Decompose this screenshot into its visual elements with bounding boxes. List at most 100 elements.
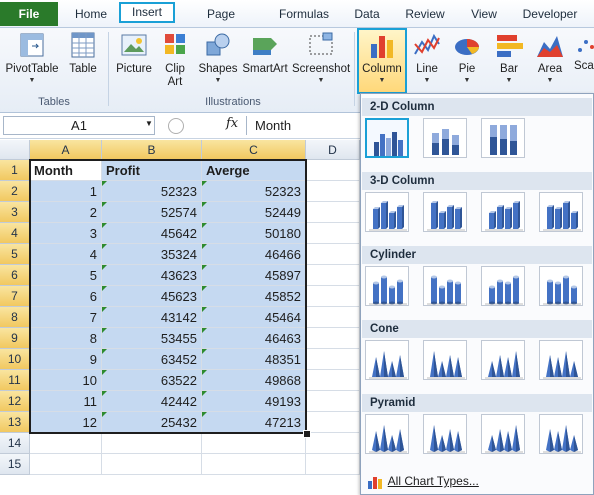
tab-page-layout[interactable]: Page Layout [188,4,254,42]
cell-b15[interactable] [102,454,202,475]
table-button[interactable]: Table [64,30,102,76]
cell-d2[interactable] [306,181,360,202]
row-header-2[interactable]: 2 [0,181,30,202]
cell-a8[interactable]: 7 [30,307,102,328]
chevron-down-icon[interactable]: ▼ [145,119,153,128]
tab-file[interactable]: File [0,2,58,26]
row-header-15[interactable]: 15 [0,454,30,475]
cell-a12[interactable]: 11 [30,391,102,412]
bar-chart-button[interactable]: Bar ▼ [492,30,526,85]
row-header-14[interactable]: 14 [0,433,30,454]
tab-developer[interactable]: Developer [521,4,579,25]
tab-home[interactable]: Home [74,4,108,25]
column-header-d[interactable]: D [306,140,360,160]
3d-column-chart-option-3[interactable] [481,192,525,232]
cell-b8[interactable]: 43142 [102,307,202,328]
cell-c13[interactable]: 47213 [202,412,306,433]
pyramid-chart-option-4[interactable] [539,414,583,454]
clip-art-button[interactable]: Clip Art [160,30,190,89]
cell-d4[interactable] [306,223,360,244]
select-all-corner[interactable] [0,140,30,160]
row-header-3[interactable]: 3 [0,202,30,223]
cell-a11[interactable]: 10 [30,370,102,391]
row-header-10[interactable]: 10 [0,349,30,370]
3d-column-chart-option-4[interactable] [539,192,583,232]
row-header-9[interactable]: 9 [0,328,30,349]
cell-d3[interactable] [306,202,360,223]
smartart-button[interactable]: SmartArt [242,30,288,76]
pivottable-button[interactable]: PivotTable ▼ [4,30,60,85]
column-header-b[interactable]: B [102,140,202,160]
cell-b4[interactable]: 45642 [102,223,202,244]
row-header-5[interactable]: 5 [0,244,30,265]
cylinder-chart-option-3[interactable] [481,266,525,306]
cell-b10[interactable]: 63452 [102,349,202,370]
picture-button[interactable]: Picture [114,30,154,76]
cell-d14[interactable] [306,433,360,454]
cell-a4[interactable]: 3 [30,223,102,244]
cell-a3[interactable]: 2 [30,202,102,223]
cell-d1[interactable] [306,160,360,181]
cell-c3[interactable]: 52449 [202,202,306,223]
area-chart-button[interactable]: Area ▼ [532,30,568,85]
shapes-button[interactable]: Shapes ▼ [198,30,238,85]
line-chart-button[interactable]: Line ▼ [410,30,444,85]
pyramid-chart-option-2[interactable] [423,414,467,454]
cell-a9[interactable]: 8 [30,328,102,349]
cell-c2[interactable]: 52323 [202,181,306,202]
cell-c8[interactable]: 45464 [202,307,306,328]
name-box[interactable]: A1 [3,116,155,135]
cell-c11[interactable]: 49868 [202,370,306,391]
screenshot-button[interactable]: Screenshot ▼ [292,30,350,85]
cell-b12[interactable]: 42442 [102,391,202,412]
cell-b9[interactable]: 53455 [102,328,202,349]
3d-column-chart-option-1[interactable] [365,192,409,232]
cell-d6[interactable] [306,265,360,286]
cell-a13[interactable]: 12 [30,412,102,433]
tab-formulas[interactable]: Formulas [278,4,330,25]
cell-c4[interactable]: 50180 [202,223,306,244]
cone-chart-option-3[interactable] [481,340,525,380]
tab-insert[interactable]: Insert [119,2,175,23]
cell-c6[interactable]: 45897 [202,265,306,286]
cell-a14[interactable] [30,433,102,454]
cone-chart-option-2[interactable] [423,340,467,380]
cell-d13[interactable] [306,412,360,433]
row-header-4[interactable]: 4 [0,223,30,244]
cell-c15[interactable] [202,454,306,475]
cell-c1[interactable]: Averge [202,160,306,181]
cell-a5[interactable]: 4 [30,244,102,265]
cell-a6[interactable]: 5 [30,265,102,286]
2d-column-chart-option-1[interactable] [365,118,409,158]
row-header-13[interactable]: 13 [0,412,30,433]
cylinder-chart-option-2[interactable] [423,266,467,306]
cell-a15[interactable] [30,454,102,475]
cell-b7[interactable]: 45623 [102,286,202,307]
cell-b5[interactable]: 35324 [102,244,202,265]
cone-chart-option-4[interactable] [539,340,583,380]
row-header-8[interactable]: 8 [0,307,30,328]
cell-d10[interactable] [306,349,360,370]
cell-b14[interactable] [102,433,202,454]
cell-a1[interactable]: Month [30,160,102,181]
cell-a2[interactable]: 1 [30,181,102,202]
cone-chart-option-1[interactable] [365,340,409,380]
cell-d11[interactable] [306,370,360,391]
column-chart-button[interactable]: Column ▼ [357,28,407,94]
cell-a10[interactable]: 9 [30,349,102,370]
cell-d9[interactable] [306,328,360,349]
row-header-6[interactable]: 6 [0,265,30,286]
cell-d15[interactable] [306,454,360,475]
insert-function-icon[interactable]: fx [226,116,238,131]
column-header-a[interactable]: A [30,140,102,160]
tab-review[interactable]: Review [405,4,445,25]
scatter-chart-button[interactable]: Sca [574,30,594,73]
3d-column-chart-option-2[interactable] [423,192,467,232]
cell-b2[interactable]: 52323 [102,181,202,202]
cell-c9[interactable]: 46463 [202,328,306,349]
cylinder-chart-option-1[interactable] [365,266,409,306]
cell-b6[interactable]: 43623 [102,265,202,286]
tab-view[interactable]: View [469,4,499,25]
cell-c14[interactable] [202,433,306,454]
cell-d5[interactable] [306,244,360,265]
